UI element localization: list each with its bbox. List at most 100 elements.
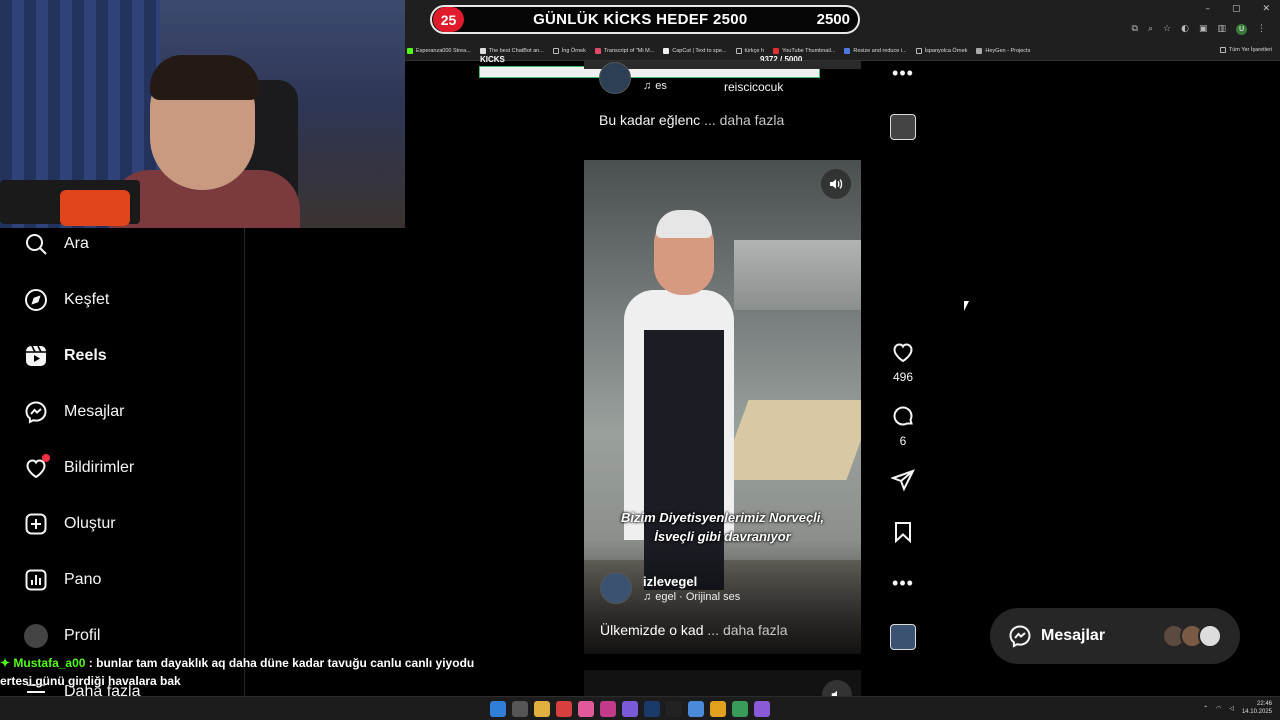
app-icon[interactable] [688, 701, 704, 717]
sidebar-item-messages[interactable]: Mesajlar [24, 400, 124, 424]
previous-post-username[interactable]: reiscicocuk [724, 80, 783, 94]
tray-chevron-icon[interactable]: ⌃ [1203, 705, 1208, 712]
goal-count-badge: 25 [433, 7, 464, 32]
previous-post-description: Bu kadar eğlenc ... daha fazla [599, 112, 785, 128]
sidebar-item-reels[interactable]: Reels [24, 344, 107, 368]
save-action[interactable] [889, 520, 917, 544]
bookmark[interactable]: HeyGen - Projects [976, 48, 1030, 54]
network-icon[interactable]: ◠ [1216, 705, 1221, 712]
previous-post-audio[interactable]: ♫ es [643, 80, 667, 92]
folder-icon [735, 48, 742, 54]
bookmark[interactable]: CapCut | Text to spe... [663, 48, 727, 54]
bookmark[interactable]: İspanyolca Örnek [915, 48, 967, 54]
mute-toggle-button[interactable] [821, 169, 851, 199]
system-tray: ⌃ ◠ ◁ 22:46 14.10.2025 [1203, 700, 1272, 716]
sidebar-item-search[interactable]: Ara [24, 232, 89, 256]
photoshop-icon[interactable] [644, 701, 660, 717]
taskbar-apps [490, 701, 770, 717]
sidebar-item-profile[interactable]: Profil [24, 624, 100, 648]
browser-profile-avatar[interactable]: U [1236, 24, 1247, 35]
badge-icon: ✦ [0, 656, 11, 670]
task-view-icon[interactable] [512, 701, 528, 717]
previous-post-audio-cover[interactable] [890, 114, 916, 140]
volume-icon[interactable]: ◁ [1229, 705, 1234, 712]
bookmarks-bar: Esperanza000 Strea... The best ChatBot a… [405, 42, 1280, 61]
puzzle-icon[interactable]: ▣ [1199, 24, 1208, 35]
obs-icon[interactable] [754, 701, 770, 717]
audio-cover-thumbnail[interactable] [890, 624, 916, 650]
cast-icon[interactable]: ⧉ [1132, 24, 1138, 35]
sidebar-item-create[interactable]: Oluştur [24, 512, 116, 536]
close-button[interactable]: ✕ [1262, 4, 1270, 14]
screen: – ▢ ✕ ⧉ ⌕ ☆ ◐ ▣ ▥ U ⋮ Esperanza000 Strea… [0, 0, 1280, 720]
bookmark[interactable]: Esperanza000 Strea... [407, 48, 471, 54]
chrome-icon[interactable] [710, 701, 726, 717]
app-icon[interactable] [578, 701, 594, 717]
webcam-overlay [0, 0, 405, 228]
kick-icon [407, 48, 413, 54]
webcam-microphone [60, 190, 130, 226]
instagram-icon[interactable] [600, 701, 616, 717]
comment-action[interactable]: 6 [889, 404, 917, 448]
all-bookmarks[interactable]: Tüm Yer İşaretleri [1219, 47, 1272, 53]
bookmark[interactable]: İng Örnek [552, 48, 586, 54]
sidebar-item-notifications[interactable]: Bildirimler [24, 454, 134, 480]
reel-video[interactable]: Bizim Diyetisyenlerimiz Norveçli, İsveçl… [584, 160, 861, 654]
sidebar-item-label: Profil [64, 627, 101, 644]
window-controls: – ▢ ✕ [1205, 4, 1270, 14]
messages-popup-button[interactable]: Mesajlar [990, 608, 1240, 664]
messages-label: Mesajlar [1041, 627, 1106, 644]
app-icon[interactable] [556, 701, 572, 717]
author-avatar[interactable] [600, 572, 632, 604]
sidebar-item-label: Mesajlar [64, 403, 125, 420]
more-options-icon[interactable]: ••• [889, 64, 917, 82]
video-subtitle: Bizim Diyetisyenlerimiz Norveçli, İsveçl… [620, 510, 825, 544]
kicks-label: KICKS [480, 55, 505, 64]
extension-icon[interactable]: ◐ [1181, 24, 1189, 35]
like-action[interactable]: 496 [889, 340, 917, 384]
bookmark[interactable]: Resize and reduce i... [844, 48, 907, 54]
bookmark[interactable]: Transcript of "Mi M... [594, 48, 654, 54]
file-explorer-icon[interactable] [534, 701, 550, 717]
more-link[interactable]: ... daha fazla [707, 622, 787, 638]
sidebar-item-label: Oluştur [64, 515, 116, 532]
sidebar-item-dashboard[interactable]: Pano [24, 568, 101, 592]
star-icon[interactable]: ☆ [1163, 24, 1171, 35]
previous-post-avatar[interactable] [599, 62, 631, 94]
video-kitchen-hood [734, 240, 861, 310]
bookmark[interactable]: The best ChatBot an... [479, 48, 544, 54]
speaker-icon [830, 179, 843, 189]
reels-icon [26, 345, 46, 366]
author-username[interactable]: izlevegel [643, 574, 740, 589]
compass-icon [25, 289, 47, 311]
like-count: 496 [892, 370, 914, 384]
discord-icon[interactable] [622, 701, 638, 717]
search-icon [26, 234, 47, 255]
music-note-icon: ♫ [643, 80, 652, 92]
maximize-button[interactable]: ▢ [1232, 4, 1241, 14]
heygen-icon [976, 48, 983, 54]
minimize-button[interactable]: – [1205, 4, 1210, 14]
sidepanel-icon[interactable]: ▥ [1217, 24, 1226, 35]
zoom-icon[interactable]: ⌕ [1148, 24, 1153, 35]
bookmark[interactable]: YouTube Thumbnail... [773, 48, 835, 54]
windows-taskbar: ⌃ ◠ ◁ 22:46 14.10.2025 [0, 696, 1280, 720]
messenger-icon [1009, 625, 1031, 648]
bookmark[interactable]: türkçe h [735, 48, 764, 54]
audio-link[interactable]: ♫ egel · Orijinal ses [643, 591, 740, 603]
windows-start-icon[interactable] [490, 701, 506, 717]
clock[interactable]: 22:46 14.10.2025 [1242, 700, 1272, 716]
tiktok-icon[interactable] [666, 701, 682, 717]
next-video-preview[interactable] [584, 670, 861, 696]
notifications-icon-wrap [24, 454, 50, 480]
sidebar-item-explore[interactable]: Keşfet [24, 288, 109, 312]
comment-count: 6 [899, 434, 907, 448]
kebab-menu-icon[interactable]: ⋮ [1257, 24, 1266, 35]
share-action[interactable] [889, 468, 917, 492]
more-link[interactable]: ... daha fazla [704, 112, 784, 128]
post-author: izlevegel ♫ egel · Orijinal ses [600, 572, 740, 604]
heart-icon [893, 343, 913, 363]
app-icon[interactable] [732, 701, 748, 717]
stream-chat-message: ✦ Mustafa_a00 : bunlar tam dayaklık aq d… [0, 654, 500, 690]
more-options-icon[interactable]: ••• [889, 574, 917, 592]
